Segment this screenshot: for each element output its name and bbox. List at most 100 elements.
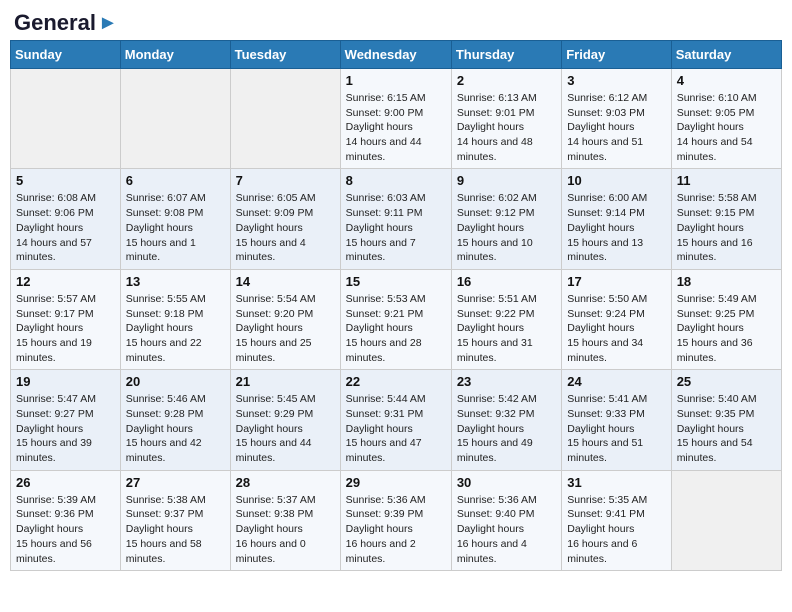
- day-number: 15: [346, 274, 446, 289]
- calendar-cell: [11, 69, 121, 169]
- weekday-header-wednesday: Wednesday: [340, 41, 451, 69]
- day-info: Sunrise: 5:51 AM Sunset: 9:22 PM Dayligh…: [457, 292, 556, 365]
- calendar-cell: 6 Sunrise: 6:07 AM Sunset: 9:08 PM Dayli…: [120, 169, 230, 269]
- day-info: Sunrise: 6:08 AM Sunset: 9:06 PM Dayligh…: [16, 191, 115, 264]
- weekday-header-thursday: Thursday: [451, 41, 561, 69]
- day-number: 4: [677, 73, 776, 88]
- day-info: Sunrise: 6:13 AM Sunset: 9:01 PM Dayligh…: [457, 91, 556, 164]
- calendar-cell: [230, 69, 340, 169]
- day-number: 17: [567, 274, 665, 289]
- day-info: Sunrise: 5:35 AM Sunset: 9:41 PM Dayligh…: [567, 493, 665, 566]
- day-info: Sunrise: 6:02 AM Sunset: 9:12 PM Dayligh…: [457, 191, 556, 264]
- day-info: Sunrise: 6:03 AM Sunset: 9:11 PM Dayligh…: [346, 191, 446, 264]
- day-info: Sunrise: 5:41 AM Sunset: 9:33 PM Dayligh…: [567, 392, 665, 465]
- day-info: Sunrise: 5:39 AM Sunset: 9:36 PM Dayligh…: [16, 493, 115, 566]
- day-number: 1: [346, 73, 446, 88]
- calendar-cell: 31 Sunrise: 5:35 AM Sunset: 9:41 PM Dayl…: [562, 470, 671, 570]
- day-number: 11: [677, 173, 776, 188]
- calendar-cell: 23 Sunrise: 5:42 AM Sunset: 9:32 PM Dayl…: [451, 370, 561, 470]
- logo-bird-icon: ►: [98, 12, 118, 35]
- calendar-week-row: 26 Sunrise: 5:39 AM Sunset: 9:36 PM Dayl…: [11, 470, 782, 570]
- day-info: Sunrise: 5:50 AM Sunset: 9:24 PM Dayligh…: [567, 292, 665, 365]
- calendar-week-row: 5 Sunrise: 6:08 AM Sunset: 9:06 PM Dayli…: [11, 169, 782, 269]
- calendar-header-row: SundayMondayTuesdayWednesdayThursdayFrid…: [11, 41, 782, 69]
- calendar-cell: 13 Sunrise: 5:55 AM Sunset: 9:18 PM Dayl…: [120, 269, 230, 369]
- day-number: 23: [457, 374, 556, 389]
- day-number: 2: [457, 73, 556, 88]
- day-number: 12: [16, 274, 115, 289]
- calendar-cell: 17 Sunrise: 5:50 AM Sunset: 9:24 PM Dayl…: [562, 269, 671, 369]
- day-info: Sunrise: 5:36 AM Sunset: 9:40 PM Dayligh…: [457, 493, 556, 566]
- day-number: 5: [16, 173, 115, 188]
- day-info: Sunrise: 6:00 AM Sunset: 9:14 PM Dayligh…: [567, 191, 665, 264]
- day-number: 24: [567, 374, 665, 389]
- weekday-header-saturday: Saturday: [671, 41, 781, 69]
- calendar-cell: 29 Sunrise: 5:36 AM Sunset: 9:39 PM Dayl…: [340, 470, 451, 570]
- weekday-header-tuesday: Tuesday: [230, 41, 340, 69]
- day-number: 22: [346, 374, 446, 389]
- page-header: General ►: [10, 10, 782, 32]
- calendar-cell: 25 Sunrise: 5:40 AM Sunset: 9:35 PM Dayl…: [671, 370, 781, 470]
- day-info: Sunrise: 5:37 AM Sunset: 9:38 PM Dayligh…: [236, 493, 335, 566]
- day-number: 28: [236, 475, 335, 490]
- day-info: Sunrise: 6:12 AM Sunset: 9:03 PM Dayligh…: [567, 91, 665, 164]
- calendar-cell: 16 Sunrise: 5:51 AM Sunset: 9:22 PM Dayl…: [451, 269, 561, 369]
- calendar-cell: 3 Sunrise: 6:12 AM Sunset: 9:03 PM Dayli…: [562, 69, 671, 169]
- day-info: Sunrise: 5:53 AM Sunset: 9:21 PM Dayligh…: [346, 292, 446, 365]
- calendar-cell: [120, 69, 230, 169]
- calendar-cell: 11 Sunrise: 5:58 AM Sunset: 9:15 PM Dayl…: [671, 169, 781, 269]
- calendar-week-row: 1 Sunrise: 6:15 AM Sunset: 9:00 PM Dayli…: [11, 69, 782, 169]
- calendar-cell: 19 Sunrise: 5:47 AM Sunset: 9:27 PM Dayl…: [11, 370, 121, 470]
- day-number: 14: [236, 274, 335, 289]
- calendar-cell: 10 Sunrise: 6:00 AM Sunset: 9:14 PM Dayl…: [562, 169, 671, 269]
- calendar-cell: 22 Sunrise: 5:44 AM Sunset: 9:31 PM Dayl…: [340, 370, 451, 470]
- calendar-cell: 26 Sunrise: 5:39 AM Sunset: 9:36 PM Dayl…: [11, 470, 121, 570]
- calendar-week-row: 12 Sunrise: 5:57 AM Sunset: 9:17 PM Dayl…: [11, 269, 782, 369]
- day-number: 13: [126, 274, 225, 289]
- day-number: 16: [457, 274, 556, 289]
- day-info: Sunrise: 6:05 AM Sunset: 9:09 PM Dayligh…: [236, 191, 335, 264]
- calendar-cell: 20 Sunrise: 5:46 AM Sunset: 9:28 PM Dayl…: [120, 370, 230, 470]
- calendar-table: SundayMondayTuesdayWednesdayThursdayFrid…: [10, 40, 782, 571]
- day-info: Sunrise: 5:44 AM Sunset: 9:31 PM Dayligh…: [346, 392, 446, 465]
- calendar-cell: 8 Sunrise: 6:03 AM Sunset: 9:11 PM Dayli…: [340, 169, 451, 269]
- calendar-cell: 14 Sunrise: 5:54 AM Sunset: 9:20 PM Dayl…: [230, 269, 340, 369]
- day-info: Sunrise: 5:46 AM Sunset: 9:28 PM Dayligh…: [126, 392, 225, 465]
- day-number: 7: [236, 173, 335, 188]
- day-number: 9: [457, 173, 556, 188]
- day-info: Sunrise: 6:10 AM Sunset: 9:05 PM Dayligh…: [677, 91, 776, 164]
- day-info: Sunrise: 5:57 AM Sunset: 9:17 PM Dayligh…: [16, 292, 115, 365]
- weekday-header-friday: Friday: [562, 41, 671, 69]
- day-number: 8: [346, 173, 446, 188]
- day-info: Sunrise: 5:38 AM Sunset: 9:37 PM Dayligh…: [126, 493, 225, 566]
- day-info: Sunrise: 5:58 AM Sunset: 9:15 PM Dayligh…: [677, 191, 776, 264]
- day-number: 21: [236, 374, 335, 389]
- calendar-week-row: 19 Sunrise: 5:47 AM Sunset: 9:27 PM Dayl…: [11, 370, 782, 470]
- logo-text: General: [14, 10, 96, 36]
- calendar-cell: 28 Sunrise: 5:37 AM Sunset: 9:38 PM Dayl…: [230, 470, 340, 570]
- calendar-cell: 7 Sunrise: 6:05 AM Sunset: 9:09 PM Dayli…: [230, 169, 340, 269]
- day-info: Sunrise: 5:42 AM Sunset: 9:32 PM Dayligh…: [457, 392, 556, 465]
- day-info: Sunrise: 5:36 AM Sunset: 9:39 PM Dayligh…: [346, 493, 446, 566]
- calendar-cell: 2 Sunrise: 6:13 AM Sunset: 9:01 PM Dayli…: [451, 69, 561, 169]
- day-number: 25: [677, 374, 776, 389]
- calendar-cell: 5 Sunrise: 6:08 AM Sunset: 9:06 PM Dayli…: [11, 169, 121, 269]
- calendar-cell: 4 Sunrise: 6:10 AM Sunset: 9:05 PM Dayli…: [671, 69, 781, 169]
- calendar-cell: 30 Sunrise: 5:36 AM Sunset: 9:40 PM Dayl…: [451, 470, 561, 570]
- day-number: 30: [457, 475, 556, 490]
- day-number: 10: [567, 173, 665, 188]
- day-info: Sunrise: 5:54 AM Sunset: 9:20 PM Dayligh…: [236, 292, 335, 365]
- day-number: 6: [126, 173, 225, 188]
- day-info: Sunrise: 5:40 AM Sunset: 9:35 PM Dayligh…: [677, 392, 776, 465]
- day-number: 27: [126, 475, 225, 490]
- calendar-cell: 12 Sunrise: 5:57 AM Sunset: 9:17 PM Dayl…: [11, 269, 121, 369]
- logo: General ►: [14, 10, 118, 32]
- calendar-cell: 9 Sunrise: 6:02 AM Sunset: 9:12 PM Dayli…: [451, 169, 561, 269]
- calendar-cell: [671, 470, 781, 570]
- day-number: 3: [567, 73, 665, 88]
- day-number: 26: [16, 475, 115, 490]
- day-info: Sunrise: 5:45 AM Sunset: 9:29 PM Dayligh…: [236, 392, 335, 465]
- day-number: 31: [567, 475, 665, 490]
- day-info: Sunrise: 5:47 AM Sunset: 9:27 PM Dayligh…: [16, 392, 115, 465]
- day-info: Sunrise: 6:07 AM Sunset: 9:08 PM Dayligh…: [126, 191, 225, 264]
